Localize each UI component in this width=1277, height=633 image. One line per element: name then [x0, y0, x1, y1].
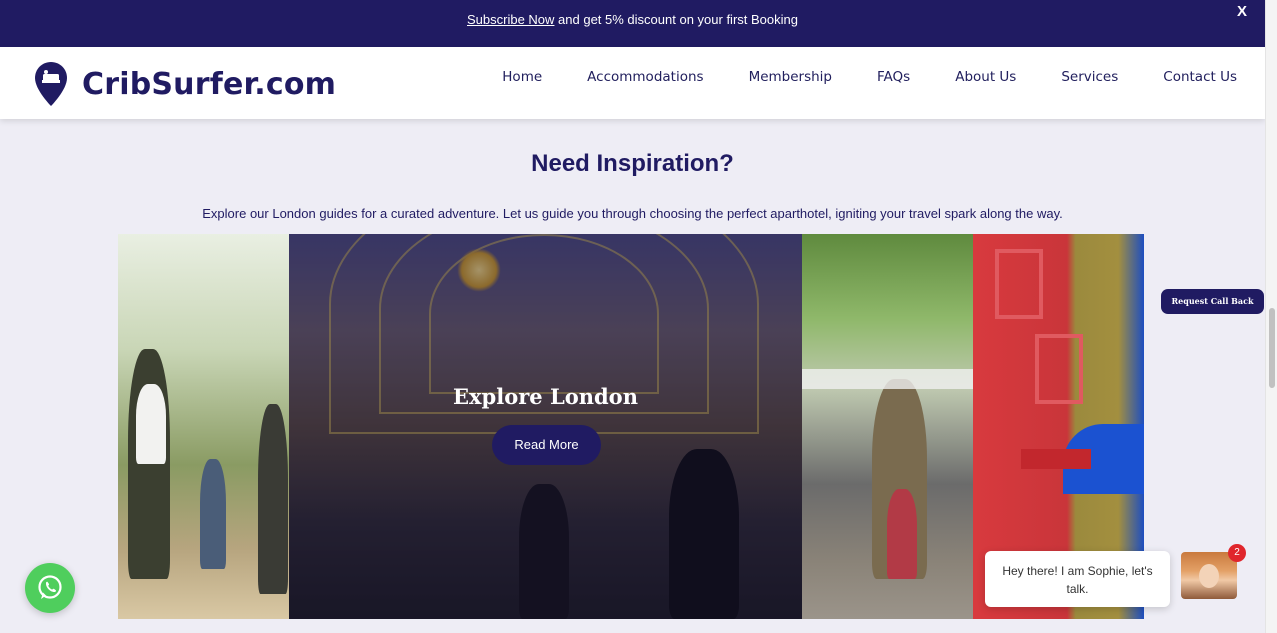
- shop-sign: [1021, 449, 1091, 469]
- scrollbar-thumb[interactable]: [1269, 308, 1275, 388]
- logo-text: CribSurfer.com: [82, 66, 337, 102]
- nav-membership[interactable]: Membership: [749, 69, 832, 85]
- whatsapp-icon: [38, 575, 62, 599]
- nav-accommodations[interactable]: Accommodations: [587, 69, 703, 85]
- street-market-image[interactable]: [802, 234, 973, 619]
- chat-agent-avatar[interactable]: [1181, 552, 1237, 599]
- section-heading: Need Inspiration?: [531, 150, 734, 177]
- family-walk-image[interactable]: [118, 234, 289, 619]
- promo-banner: Subscribe Now and get 5% discount on you…: [0, 0, 1265, 47]
- nav-services[interactable]: Services: [1061, 69, 1118, 85]
- main-nav: Home Accommodations Membership FAQs Abou…: [457, 69, 1237, 85]
- request-call-back-button[interactable]: Request Call Back: [1161, 289, 1264, 314]
- page-scrollbar[interactable]: [1265, 0, 1277, 633]
- nav-about-us[interactable]: About Us: [955, 69, 1016, 85]
- close-promo-button[interactable]: X: [1237, 3, 1247, 20]
- promo-message: and get 5% discount on your first Bookin…: [554, 12, 798, 27]
- subscribe-link[interactable]: Subscribe Now: [467, 12, 554, 27]
- chat-unread-badge: 2: [1228, 544, 1246, 562]
- person-figure: [136, 384, 166, 464]
- whatsapp-button[interactable]: [25, 563, 75, 613]
- location-pin-icon: [35, 62, 67, 106]
- section-subtext: Explore our London guides for a curated …: [202, 206, 1063, 221]
- chat-greeting[interactable]: Hey there! I am Sophie, let's talk.: [985, 551, 1170, 607]
- market-tent: [802, 369, 973, 389]
- person-figure: [887, 489, 917, 579]
- nav-home[interactable]: Home: [502, 69, 542, 85]
- person-figure: [258, 404, 288, 594]
- window-frame: [1035, 334, 1083, 404]
- nav-contact-us[interactable]: Contact Us: [1163, 69, 1237, 85]
- window-frame: [995, 249, 1043, 319]
- logo[interactable]: CribSurfer.com: [34, 61, 336, 107]
- nav-faqs[interactable]: FAQs: [877, 69, 910, 85]
- card-title: Explore London: [453, 384, 638, 409]
- child-figure: [200, 459, 226, 569]
- site-header: CribSurfer.com Home Accommodations Membe…: [0, 47, 1265, 119]
- avatar-face: [1199, 564, 1219, 588]
- read-more-button[interactable]: Read More: [492, 425, 601, 465]
- explore-london-card[interactable]: Explore London Read More: [289, 234, 802, 619]
- promo-text: Subscribe Now and get 5% discount on you…: [0, 12, 1265, 27]
